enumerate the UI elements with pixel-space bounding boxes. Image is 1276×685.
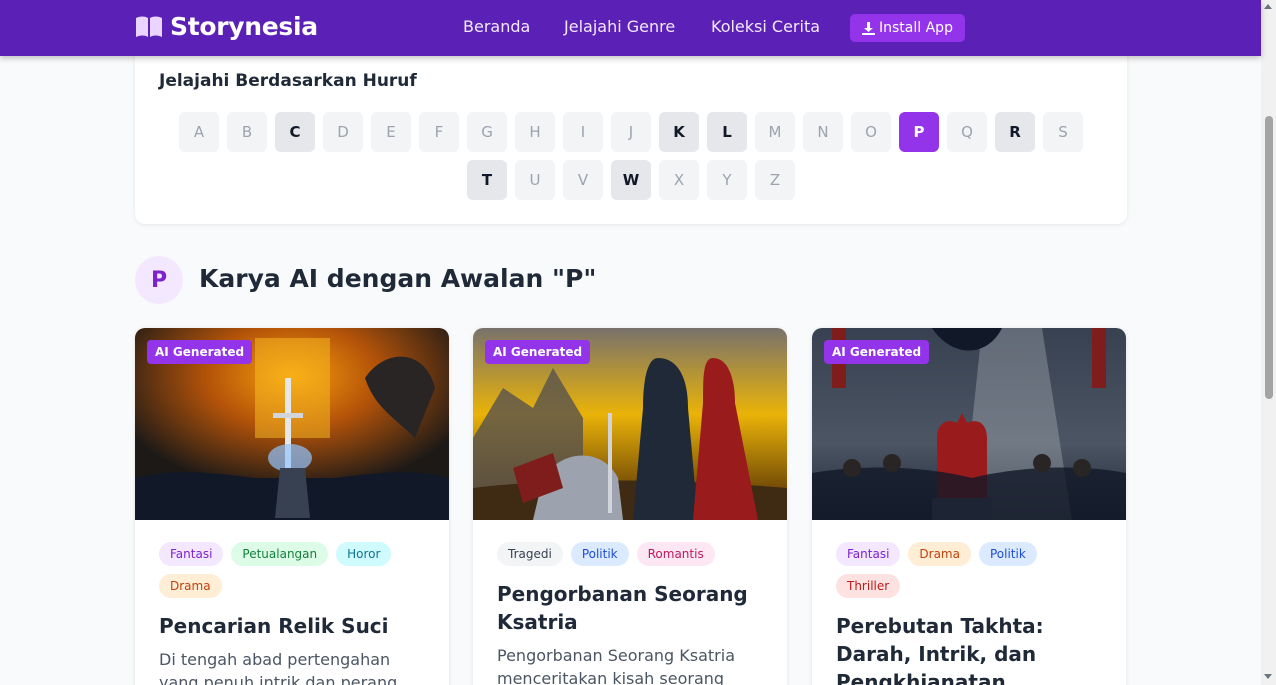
letter-button-y[interactable]: Y bbox=[707, 160, 747, 200]
letter-button-b[interactable]: B bbox=[227, 112, 267, 152]
story-card[interactable]: AI Generated Fantasi Drama Politik Thriller… bbox=[812, 328, 1126, 685]
nav-link-beranda[interactable]: Beranda bbox=[463, 17, 530, 36]
letter-button-p[interactable]: P bbox=[899, 112, 939, 152]
top-navbar: Storynesia Beranda Jelajahi Genre Koleks… bbox=[0, 0, 1261, 56]
letter-button-t[interactable]: T bbox=[467, 160, 507, 200]
story-description: Pengorbanan Seorang Ksatria menceritakan… bbox=[497, 646, 736, 685]
install-app-button[interactable]: Install App bbox=[850, 14, 965, 42]
scrollbar-thumb[interactable] bbox=[1265, 116, 1273, 399]
letter-button-s[interactable]: S bbox=[1043, 112, 1083, 152]
genre-tag[interactable]: Petualangan bbox=[231, 542, 329, 566]
ai-generated-badge: AI Generated bbox=[147, 340, 253, 364]
genre-tag[interactable]: Fantasi bbox=[159, 542, 224, 566]
letter-button-q[interactable]: Q bbox=[947, 112, 987, 152]
letter-button-e[interactable]: E bbox=[371, 112, 411, 152]
story-title[interactable]: Perebutan Takhta: Darah, Intrik, dan Pen… bbox=[836, 612, 1111, 685]
letter-button-n[interactable]: N bbox=[803, 112, 843, 152]
letter-button-a[interactable]: A bbox=[179, 112, 219, 152]
letter-button-o[interactable]: O bbox=[851, 112, 891, 152]
letter-button-w[interactable]: W bbox=[611, 160, 651, 200]
page-scrollbar[interactable] bbox=[1261, 0, 1276, 685]
letter-button-u[interactable]: U bbox=[515, 160, 555, 200]
letter-button-j[interactable]: J bbox=[611, 112, 651, 152]
letter-filter-title: Jelajahi Berdasarkan Huruf bbox=[159, 71, 417, 91]
genre-tag[interactable]: Drama bbox=[908, 542, 971, 566]
nav-link-jelajahi-genre[interactable]: Jelajahi Genre bbox=[564, 17, 675, 36]
genre-tag[interactable]: Horor bbox=[336, 542, 392, 566]
letter-button-i[interactable]: I bbox=[563, 112, 603, 152]
genre-tag-list: Fantasi Drama Politik Thriller bbox=[836, 542, 1106, 598]
brand-name: Storynesia bbox=[170, 12, 318, 41]
scroll-up-arrow-icon[interactable] bbox=[1264, 4, 1272, 9]
genre-tag[interactable]: Politik bbox=[978, 542, 1037, 566]
letter-button-c[interactable]: C bbox=[275, 112, 315, 152]
letter-button-f[interactable]: F bbox=[419, 112, 459, 152]
book-open-icon bbox=[136, 16, 162, 37]
letter-button-k[interactable]: K bbox=[659, 112, 699, 152]
genre-tag[interactable]: Fantasi bbox=[836, 542, 901, 566]
section-title: Karya AI dengan Awalan "P" bbox=[199, 264, 597, 293]
story-title[interactable]: Pengorbanan Seorang Ksatria bbox=[497, 580, 772, 636]
letter-button-g[interactable]: G bbox=[467, 112, 507, 152]
install-app-label: Install App bbox=[879, 20, 953, 36]
story-card[interactable]: AI Generated Tragedi Politik Romantis Peng… bbox=[473, 328, 787, 685]
letter-button-l[interactable]: L bbox=[707, 112, 747, 152]
story-card[interactable]: AI Generated Fantasi Petualangan Horor Dram… bbox=[135, 328, 449, 685]
ai-generated-badge: AI Generated bbox=[824, 340, 930, 364]
letter-button-r[interactable]: R bbox=[995, 112, 1035, 152]
genre-tag-list: Fantasi Petualangan Horor Drama bbox=[159, 542, 429, 598]
letter-button-d[interactable]: D bbox=[323, 112, 363, 152]
story-title[interactable]: Pencarian Relik Suci bbox=[159, 612, 434, 640]
genre-tag[interactable]: Romantis bbox=[636, 542, 715, 566]
scroll-down-arrow-icon[interactable] bbox=[1264, 674, 1272, 679]
story-description: Di tengah abad pertengahan yang penuh in… bbox=[159, 650, 398, 685]
letter-button-z[interactable]: Z bbox=[755, 160, 795, 200]
genre-tag[interactable]: Thriller bbox=[836, 574, 901, 598]
section-letter-badge: P bbox=[135, 256, 183, 304]
letter-button-m[interactable]: M bbox=[755, 112, 795, 152]
letter-button-h[interactable]: H bbox=[515, 112, 555, 152]
genre-tag[interactable]: Drama bbox=[159, 574, 222, 598]
genre-tag-list: Tragedi Politik Romantis bbox=[497, 542, 767, 566]
nav-link-koleksi-cerita[interactable]: Koleksi Cerita bbox=[711, 17, 820, 36]
genre-tag[interactable]: Politik bbox=[570, 542, 629, 566]
ai-generated-badge: AI Generated bbox=[485, 340, 591, 364]
letter-button-x[interactable]: X bbox=[659, 160, 699, 200]
letter-button-v[interactable]: V bbox=[563, 160, 603, 200]
brand-logo[interactable]: Storynesia bbox=[135, 12, 318, 41]
genre-tag[interactable]: Tragedi bbox=[497, 542, 563, 566]
download-icon bbox=[862, 21, 876, 35]
